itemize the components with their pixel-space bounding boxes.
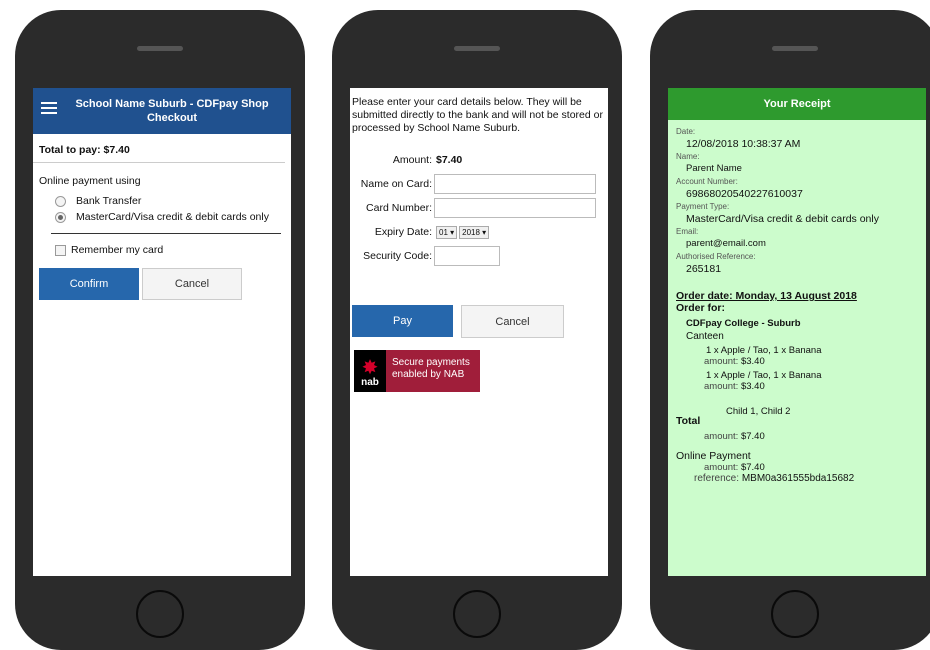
amount-value: $3.40: [740, 381, 765, 392]
reference-label: reference:: [694, 473, 740, 484]
card-form: Amount: $7.40 Name on Card: Card Number:…: [350, 149, 608, 267]
checkbox-label: Remember my card: [71, 244, 164, 256]
nab-secure-badge: ✸ nab Secure payments enabled by NAB: [354, 350, 480, 392]
amount-label: amount:: [704, 381, 739, 392]
account-value: 69868020540227610037: [686, 188, 803, 200]
receipt-screen: Your Receipt Date: 12/08/2018 10:38:37 A…: [668, 88, 926, 576]
radio-label: Bank Transfer: [76, 195, 142, 207]
email-label: Email:: [676, 227, 699, 236]
amount-value: $7.40: [740, 431, 765, 442]
card-row: Card Number:: [350, 197, 608, 219]
radio-bank-transfer[interactable]: Bank Transfer: [55, 195, 291, 207]
order-item: 1 x Apple / Tao, 1 x Banana: [706, 370, 822, 381]
expiry-year-select[interactable]: 2018 ▾: [459, 225, 490, 239]
phone-receipt: Your Receipt Date: 12/08/2018 10:38:37 A…: [650, 10, 930, 650]
card-intro-text: Please enter your card details below. Th…: [352, 96, 603, 134]
shop-name: CDFpay College - Suburb: [686, 318, 801, 329]
radio-label: MasterCard/Visa credit & debit cards onl…: [76, 211, 269, 223]
nab-text-line1: Secure payments: [392, 357, 470, 368]
date-label: Date:: [676, 127, 696, 136]
expiry-month-select[interactable]: 01 ▾: [436, 225, 458, 239]
payment-type-label: Payment Type:: [676, 202, 730, 211]
nab-text: Secure payments enabled by NAB: [386, 350, 470, 392]
card-entry-screen: Please enter your card details below. Th…: [350, 88, 608, 576]
security-label: Security Code:: [363, 250, 432, 262]
card-number-input[interactable]: [434, 198, 596, 218]
speaker: [137, 46, 183, 51]
expiry-row: Expiry Date: 01 ▾ 2018 ▾: [350, 221, 608, 243]
item-amount: amount: $3.40: [676, 381, 926, 392]
item-amount: amount: $3.40: [676, 356, 926, 367]
confirm-button[interactable]: Confirm: [39, 268, 139, 300]
phone-checkout: School Name Suburb - CDFpay Shop Checkou…: [15, 10, 305, 650]
amount-value: $7.40: [740, 462, 765, 473]
nab-text-line2: enabled by NAB: [392, 369, 465, 380]
remember-card-checkbox[interactable]: Remember my card: [33, 234, 291, 256]
expiry-label: Expiry Date:: [374, 226, 432, 238]
amount-label: amount:: [704, 462, 739, 473]
canteen-label: Canteen: [686, 331, 724, 342]
speaker: [772, 46, 818, 51]
radio-icon[interactable]: [55, 195, 66, 207]
expiry-month-value: 01: [439, 227, 448, 237]
radio-card[interactable]: MasterCard/Visa credit & debit cards onl…: [55, 211, 291, 223]
reference-value: MBM0a361555bda15682: [741, 473, 855, 484]
page-title: School Name Suburb - CDFpay Shop Checkou…: [75, 98, 269, 124]
menu-icon[interactable]: [41, 99, 57, 117]
pay-button[interactable]: Pay: [352, 305, 453, 337]
online-amount: amount: $7.40: [676, 462, 926, 473]
order-date: Order date: Monday, 13 August 2018: [676, 290, 857, 302]
name-label: Name:: [676, 152, 700, 161]
amount-row: Amount: $7.40: [350, 149, 608, 171]
amount-value: $3.40: [740, 356, 765, 367]
button-row: Pay Cancel: [350, 269, 608, 338]
amount-label: amount:: [704, 356, 739, 367]
total-amount: amount: $7.40: [676, 431, 926, 442]
receipt-title: Your Receipt: [668, 88, 926, 120]
home-button[interactable]: [136, 590, 184, 638]
nab-logo: ✸ nab: [354, 350, 386, 392]
online-payment-label: Online payment using: [39, 175, 141, 187]
name-value: Parent Name: [686, 163, 742, 174]
total-to-pay: Total to pay: $7.40: [33, 134, 285, 163]
total-label: Total: [676, 415, 701, 427]
account-label: Account Number:: [676, 177, 738, 186]
amount-value: $7.40: [436, 154, 463, 166]
speaker: [454, 46, 500, 51]
auth-label: Authorised Reference:: [676, 252, 756, 261]
button-row: Confirm Cancel: [33, 256, 291, 300]
reference: reference: MBM0a361555bda15682: [676, 473, 926, 484]
auth-value: 265181: [686, 263, 722, 275]
home-button[interactable]: [771, 590, 819, 638]
security-code-input[interactable]: [434, 246, 500, 266]
online-payment-label: Online Payment: [676, 450, 751, 462]
email-value: parent@email.com: [686, 238, 766, 249]
order-for: Order for:: [676, 302, 726, 314]
name-label: Name on Card:: [360, 178, 432, 190]
cancel-button[interactable]: Cancel: [461, 305, 564, 338]
name-on-card-input[interactable]: [434, 174, 596, 194]
card-number-label: Card Number:: [366, 202, 432, 214]
receipt-body: Date: 12/08/2018 10:38:37 AM Name: Paren…: [668, 120, 926, 484]
date-value: 12/08/2018 10:38:37 AM: [686, 138, 801, 150]
checkbox-icon[interactable]: [55, 244, 66, 256]
amount-label: Amount:: [392, 154, 432, 166]
expiry-year-value: 2018: [462, 227, 480, 237]
cancel-button[interactable]: Cancel: [142, 268, 242, 300]
payment-type-value: MasterCard/Visa credit & debit cards onl…: [686, 213, 879, 225]
home-button[interactable]: [453, 590, 501, 638]
radio-selected-icon[interactable]: [55, 211, 66, 223]
app-header: School Name Suburb - CDFpay Shop Checkou…: [33, 88, 291, 134]
nab-word: nab: [361, 377, 379, 388]
order-item: 1 x Apple / Tao, 1 x Banana: [706, 345, 822, 356]
checkout-screen: School Name Suburb - CDFpay Shop Checkou…: [33, 88, 291, 576]
nab-star-icon: ✸: [361, 357, 379, 379]
name-row: Name on Card:: [350, 173, 608, 195]
receipt-panel: Your Receipt Date: 12/08/2018 10:38:37 A…: [668, 88, 926, 576]
amount-label: amount:: [704, 431, 739, 442]
phone-card-entry: Please enter your card details below. Th…: [332, 10, 622, 650]
security-row: Security Code:: [350, 245, 608, 267]
